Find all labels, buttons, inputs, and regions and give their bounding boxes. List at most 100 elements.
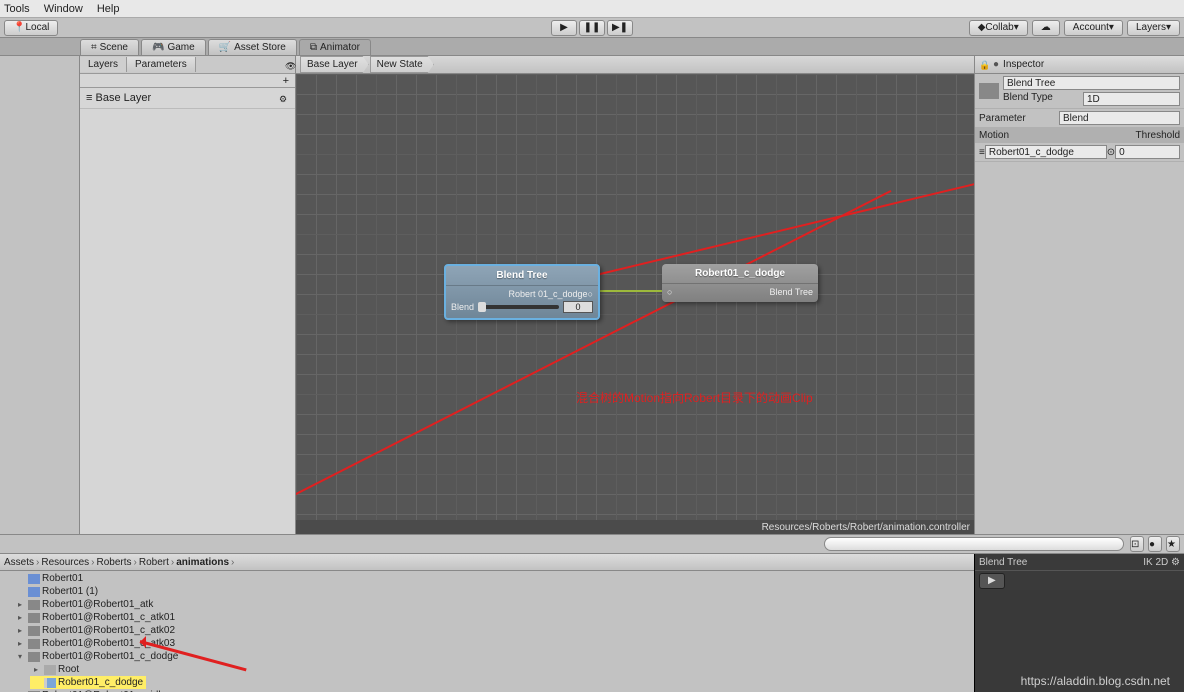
collab-button[interactable]: ◆ Collab ▾ [969,20,1028,36]
tab-animator[interactable]: ⧉ Animator [299,39,371,55]
parameter-dropdown[interactable]: Blend [1059,111,1180,125]
top-toolbar: 📍Local ▶ ❚❚ ▶❚ ◆ Collab ▾ ☁ Account ▾ La… [0,18,1184,38]
motion-out-label: Robert 01_c_dodge [451,289,588,299]
menubar: Tools Window Help [0,0,1184,18]
cloud-button[interactable]: ☁ [1032,20,1060,36]
layers-button[interactable]: Layers ▾ [1127,20,1180,36]
list-item[interactable]: Robert01@Robert01_c_atk02 [14,624,974,637]
watermark: https://aladdin.blog.csdn.net [1021,674,1170,688]
play-button[interactable]: ▶ [551,20,577,36]
motion-in-label: Blend Tree [769,287,813,297]
menu-help[interactable]: Help [97,3,120,15]
list-item[interactable]: Robert01@Robert01_c_dodge [14,650,974,663]
preview-settings-icon[interactable]: ⚙ [1171,557,1180,568]
inspector-panel: ● Inspector Blend Tree Blend Type 1D Par… [974,56,1184,534]
ik-toggle[interactable]: IK [1143,557,1152,568]
blendtype-dropdown[interactable]: 1D [1083,92,1180,106]
blend-param-label: Blend [451,302,474,312]
breadcrumb-item[interactable]: Roberts [97,557,132,568]
motion-field[interactable]: Robert01_c_dodge [985,145,1107,159]
lock-icon[interactable] [979,60,989,70]
item-label: Robert01@Robert01_c_atk01 [42,612,175,623]
main-row: Layers Parameters + ≡ Base Layer Base La… [0,56,1184,534]
fbx-icon [28,600,40,610]
account-button[interactable]: Account ▾ [1064,20,1123,36]
tab-layers[interactable]: Layers [80,57,127,72]
anim-icon [44,678,56,688]
filter-icon[interactable]: ● [1148,536,1162,552]
graph-grid[interactable]: Blend Tree Robert 01_c_dodge ○ Blend 0 R… [296,74,974,520]
project-breadcrumb: Assets › Resources › Roberts › Robert › … [0,554,974,571]
expand-icon[interactable] [18,651,26,662]
item-label: Robert01_c_dodge [58,677,143,688]
menu-window[interactable]: Window [44,3,83,15]
tab-scene[interactable]: ⌗ Scene [80,39,139,55]
breadcrumb-item[interactable]: Resources [41,557,89,568]
bc-base-layer[interactable]: Base Layer [300,56,369,73]
motion-list-header: Motion Threshold [975,128,1184,143]
picker-icon[interactable]: ⊙ [1107,147,1115,158]
breadcrumb-item[interactable]: Robert [139,557,169,568]
item-label: Robert01@Robert01_atk [42,599,153,610]
breadcrumb-item[interactable]: Assets [4,557,34,568]
list-item[interactable]: Robert01 [14,572,974,585]
controller-path: Resources/Roberts/Robert/animation.contr… [762,520,970,534]
list-item[interactable]: Root [30,663,974,676]
expand-icon[interactable] [18,612,26,623]
expand-icon[interactable] [34,664,42,675]
list-item[interactable]: Robert01@Robert01_c_atk01 [14,611,974,624]
preview-play-button[interactable]: ▶ [979,573,1005,589]
layer-base[interactable]: ≡ Base Layer [80,88,295,109]
preview-title: Blend Tree [979,557,1027,568]
project-toolbar: ⊡ ● ★ [0,534,1184,554]
item-label: Robert01 (1) [42,586,98,597]
menu-tools[interactable]: Tools [4,3,30,15]
add-layer-button[interactable]: + [283,75,289,87]
list-item[interactable]: Robert01 (1) [14,585,974,598]
motion-list-row[interactable]: ≡ Robert01_c_dodge ⊙ 0 [975,143,1184,162]
list-item[interactable]: Robert01_c_dodge [30,676,146,689]
node-title: Robert01_c_dodge [662,264,818,284]
expand-icon[interactable] [18,638,26,649]
tab-game[interactable]: 🎮 Game [141,39,206,55]
project-panel: Assets › Resources › Roberts › Robert › … [0,554,974,692]
blend-value[interactable]: 0 [563,301,593,313]
tab-assetstore[interactable]: 🛒 Asset Store [208,39,297,55]
expand-icon[interactable] [18,625,26,636]
blend-slider[interactable] [478,305,559,309]
blend-tree-node[interactable]: Blend Tree Robert 01_c_dodge ○ Blend 0 [444,264,600,320]
animator-layers-panel: Layers Parameters + ≡ Base Layer [80,56,296,534]
step-button[interactable]: ▶❚ [607,20,633,36]
blendtype-label: Blend Type [1003,92,1083,106]
threshold-field[interactable]: 0 [1115,145,1180,159]
item-label: Robert01 [42,573,83,584]
local-button[interactable]: 📍Local [4,20,58,36]
parameter-label: Parameter [979,113,1059,124]
fbx-icon [28,639,40,649]
filter-icon[interactable]: ★ [1166,536,1180,552]
motion-node[interactable]: Robert01_c_dodge ○ Blend Tree [662,264,818,302]
node-title: Blend Tree [446,266,598,286]
breadcrumb-item[interactable]: animations [176,557,229,568]
inspector-tab[interactable]: ● Inspector [975,56,1184,74]
tab-parameters[interactable]: Parameters [127,57,196,72]
animator-breadcrumb: Base Layer New State [296,56,974,74]
item-label: Robert01@Robert01_c_dodge [42,651,178,662]
blendtree-name-field[interactable]: Blend Tree [1003,76,1180,90]
bottom-row: Assets › Resources › Roberts › Robert › … [0,554,1184,692]
hierarchy-placeholder [0,56,80,534]
list-item[interactable]: Robert01@Robert01_atk [14,598,974,611]
filter-icon[interactable]: ⊡ [1130,536,1144,552]
animator-graph[interactable]: Base Layer New State Blend Tree Robert 0… [296,56,974,534]
project-list[interactable]: Robert01 Robert01 (1) Robert01@Robert01_at… [0,571,974,692]
pause-button[interactable]: ❚❚ [579,20,605,36]
bc-new-state[interactable]: New State [370,56,434,73]
gear-icon[interactable] [279,93,289,103]
fbx-icon [28,626,40,636]
eye-icon[interactable] [285,60,295,70]
project-search[interactable] [824,537,1124,551]
expand-icon[interactable] [18,599,26,610]
2d-toggle[interactable]: 2D [1155,557,1168,568]
annotation-arrow [140,640,250,643]
fbx-icon [28,613,40,623]
